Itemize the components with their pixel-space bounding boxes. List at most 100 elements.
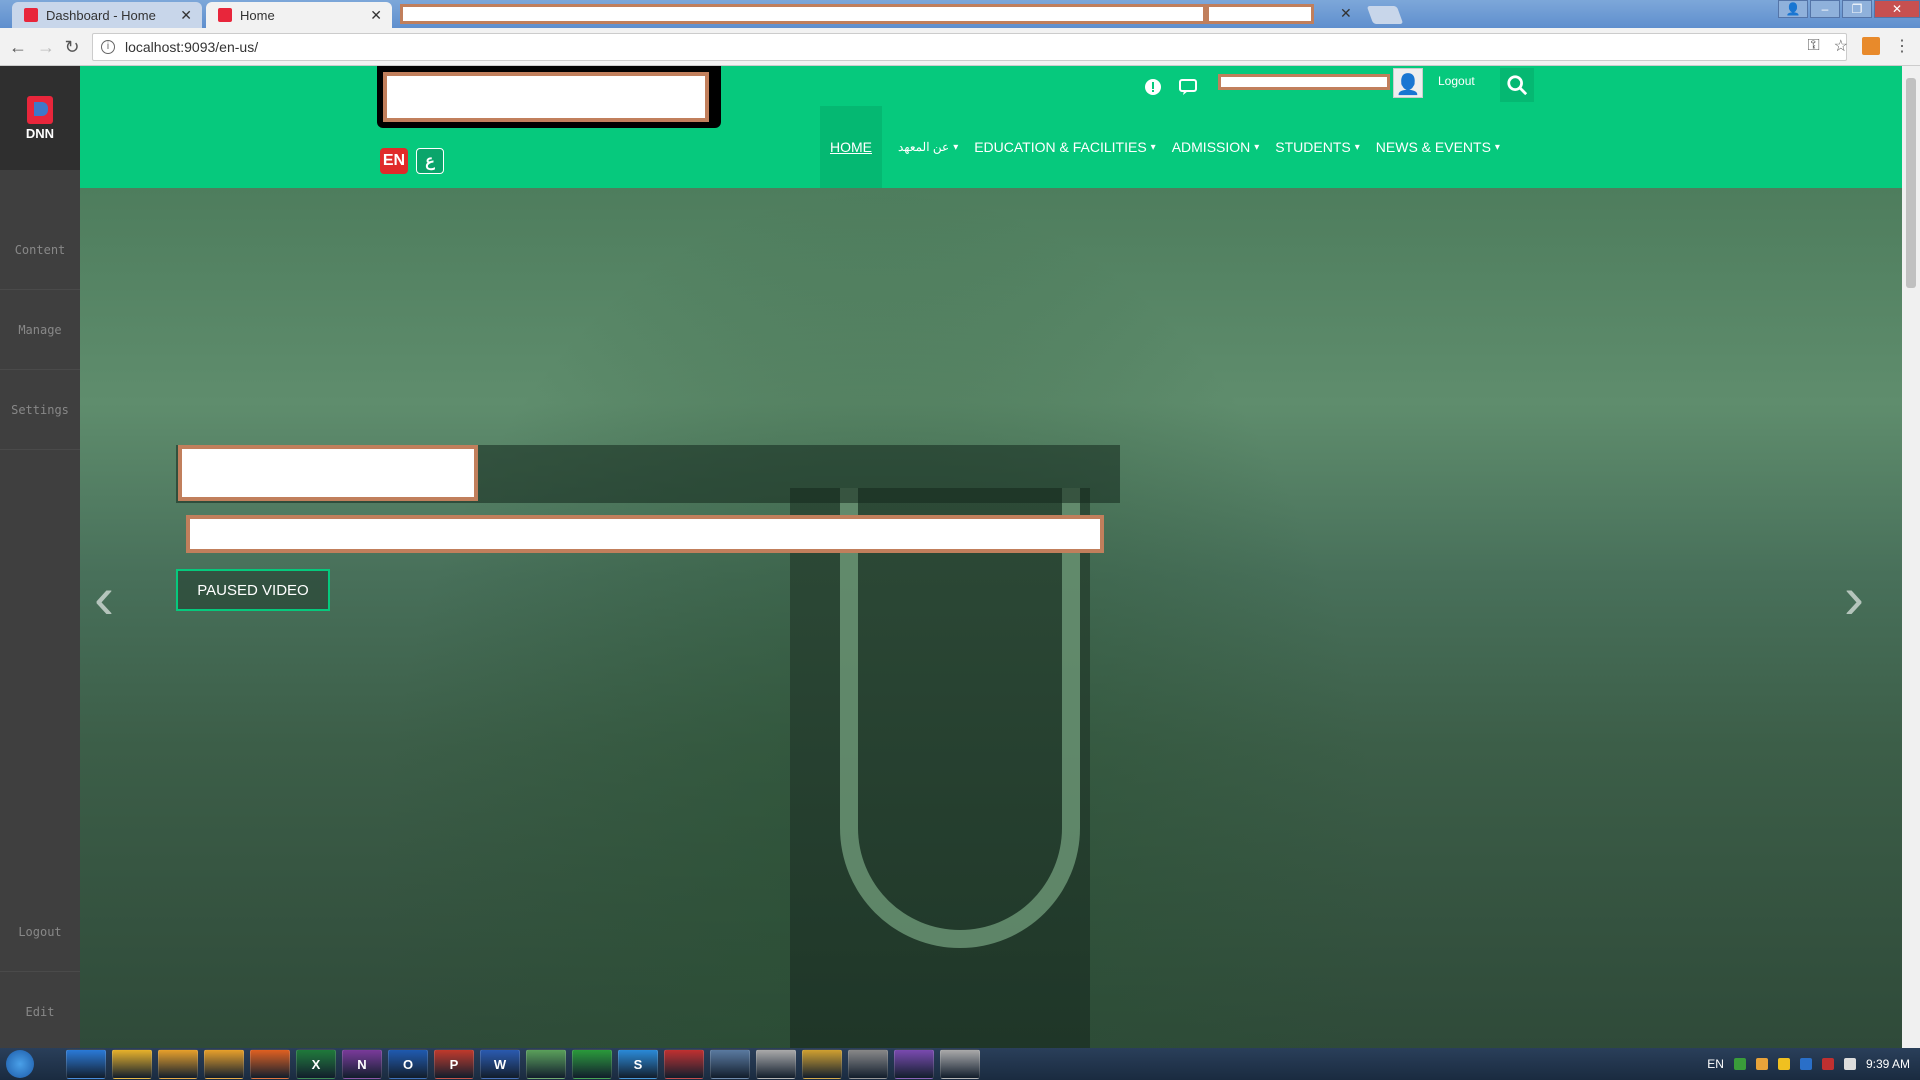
taskbar-app-5[interactable]: X [296, 1049, 336, 1079]
chevron-down-icon: ▾ [1494, 141, 1500, 153]
taskbar-app-12[interactable]: S [618, 1049, 658, 1079]
user-icon[interactable]: 👤 [1778, 0, 1808, 18]
page-content: EN ع 👤 Logout HOME عن المعهد ▾ EDUCATION… [80, 66, 1902, 1048]
taskbar-app-3[interactable] [204, 1049, 244, 1079]
taskbar-app-15[interactable] [756, 1049, 796, 1079]
windows-logo-icon [6, 1050, 34, 1078]
tray-chrome-icon[interactable] [1755, 1058, 1768, 1070]
close-window-icon[interactable]: ✕ [1874, 0, 1920, 18]
notification-icon[interactable] [1142, 76, 1164, 98]
taskbar-app-16[interactable] [802, 1049, 842, 1079]
tab-home[interactable]: Home ✕ [206, 2, 392, 28]
language-en-button[interactable]: EN [380, 148, 408, 174]
scrollbar-thumb[interactable] [1906, 78, 1916, 288]
nav-admission[interactable]: ADMISSION ▾ [1172, 106, 1260, 188]
tray-flag-icon[interactable] [1821, 1058, 1834, 1070]
address-bar-actions: ⚿ ☆ ⋮ [1807, 36, 1910, 56]
key-icon[interactable]: ⚿ [1807, 37, 1819, 55]
forward-icon[interactable]: → [36, 37, 56, 57]
language-ar-button[interactable]: ع [416, 148, 444, 174]
star-icon[interactable]: ☆ [1834, 36, 1848, 56]
redacted-hero-subtitle [186, 515, 1104, 553]
nav-label: EDUCATION & FACILITIES [974, 139, 1147, 155]
tray-shield-icon[interactable] [1777, 1058, 1790, 1070]
extension-icon[interactable] [1862, 37, 1880, 55]
taskbar-app-0[interactable] [66, 1049, 106, 1079]
dnn-logo[interactable]: DNN [0, 66, 80, 170]
minimize-icon[interactable]: – [1810, 0, 1840, 18]
nav-education[interactable]: EDUCATION & FACILITIES ▾ [974, 106, 1155, 188]
nav-news-events[interactable]: NEWS & EVENTS ▾ [1376, 106, 1500, 188]
dnn-favicon-icon [24, 8, 38, 22]
taskbar-app-18[interactable] [894, 1049, 934, 1079]
new-tab-button[interactable] [1366, 6, 1404, 24]
redacted-logo [383, 72, 709, 122]
taskbar-app-2[interactable] [158, 1049, 198, 1079]
search-button[interactable] [1500, 68, 1534, 102]
url-input[interactable]: i localhost:9093/en-us/ [92, 33, 1847, 61]
nav-students[interactable]: STUDENTS ▾ [1275, 106, 1359, 188]
logout-link[interactable]: Logout [1438, 74, 1475, 88]
notification-icons [1142, 76, 1200, 98]
clock[interactable]: 9:39 AM [1866, 1057, 1910, 1071]
tray-network-icon[interactable] [1733, 1058, 1746, 1070]
redacted-tab[interactable] [400, 4, 1206, 24]
menu-icon[interactable]: ⋮ [1894, 36, 1910, 56]
back-icon[interactable]: ← [8, 37, 28, 57]
nav-label: STUDENTS [1275, 139, 1351, 155]
tray-volume-icon[interactable] [1843, 1058, 1856, 1070]
taskbar-apps: XNOPW S [60, 1049, 980, 1079]
chevron-down-icon: ▾ [953, 141, 959, 153]
sidebar-item-edit[interactable]: Edit [0, 972, 80, 1052]
taskbar-app-7[interactable]: O [388, 1049, 428, 1079]
slider-next-icon[interactable]: › [1844, 563, 1864, 632]
close-tab-icon[interactable]: ✕ [180, 7, 192, 24]
input-language[interactable]: EN [1707, 1057, 1724, 1071]
sidebar-item-logout[interactable]: Logout [0, 892, 80, 972]
taskbar-app-9[interactable]: W [480, 1049, 520, 1079]
nav-about[interactable]: عن المعهد ▾ [898, 106, 958, 188]
dnn-persona-bar: DNN Content Manage Settings Logout Edit [0, 66, 80, 1048]
taskbar-app-14[interactable] [710, 1049, 750, 1079]
nav-home[interactable]: HOME [820, 106, 882, 188]
taskbar-app-4[interactable] [250, 1049, 290, 1079]
system-tray: EN 9:39 AM [1707, 1048, 1910, 1080]
start-button[interactable] [0, 1048, 40, 1080]
close-tab-icon[interactable]: ✕ [370, 7, 382, 24]
close-tab-icon[interactable]: ✕ [1340, 5, 1352, 22]
taskbar-app-19[interactable] [940, 1049, 980, 1079]
tray-outlook-icon[interactable] [1799, 1058, 1812, 1070]
hero-video-slider: PAUSED VIDEO ‹ › [80, 188, 1902, 1048]
reload-icon[interactable]: ↻ [62, 37, 82, 57]
redacted-tab-end[interactable] [1206, 4, 1314, 24]
site-header: EN ع 👤 Logout HOME عن المعهد ▾ EDUCATION… [80, 66, 1902, 188]
taskbar-app-8[interactable]: P [434, 1049, 474, 1079]
dnn-logo-icon [27, 95, 53, 124]
sidebar-item-manage[interactable]: Manage [0, 290, 80, 370]
url-text: localhost:9093/en-us/ [125, 39, 259, 55]
taskbar-app-6[interactable]: N [342, 1049, 382, 1079]
user-avatar-icon[interactable]: 👤 [1393, 68, 1423, 98]
sidebar-item-settings[interactable]: Settings [0, 370, 80, 450]
redacted-username[interactable] [1218, 74, 1390, 90]
taskbar-app-10[interactable] [526, 1049, 566, 1079]
paused-video-button[interactable]: PAUSED VIDEO [176, 569, 330, 611]
taskbar-app-1[interactable] [112, 1049, 152, 1079]
maximize-icon[interactable]: ❐ [1842, 0, 1872, 18]
page-scrollbar[interactable] [1902, 66, 1920, 1048]
taskbar-app-13[interactable] [664, 1049, 704, 1079]
chevron-down-icon: ▾ [1254, 141, 1260, 153]
tab-dashboard[interactable]: Dashboard - Home ✕ [12, 2, 202, 28]
address-bar: ← → ↻ i localhost:9093/en-us/ ⚿ ☆ ⋮ [0, 28, 1920, 66]
taskbar-app-17[interactable] [848, 1049, 888, 1079]
sidebar-item-content[interactable]: Content [0, 210, 80, 290]
nav-label: عن المعهد [898, 140, 950, 154]
chevron-down-icon: ▾ [1354, 141, 1360, 153]
site-logo[interactable] [377, 66, 721, 128]
taskbar-app-11[interactable] [572, 1049, 612, 1079]
main-nav: HOME عن المعهد ▾ EDUCATION & FACILITIES … [820, 106, 1516, 188]
slider-prev-icon[interactable]: ‹ [94, 563, 114, 632]
info-icon[interactable]: i [101, 40, 115, 54]
messages-icon[interactable] [1178, 76, 1200, 98]
tab-title: Home [240, 7, 275, 23]
